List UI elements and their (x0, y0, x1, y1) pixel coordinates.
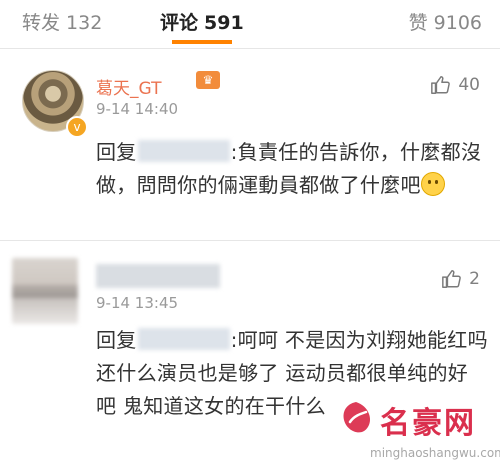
tab-likes[interactable]: 赞 9106 (409, 8, 482, 35)
watermark-logo-icon (343, 402, 371, 433)
blurred-username (96, 264, 220, 288)
comment-item: v 葛天_GT ♛ 9-14 14:40 40 回复:負責任的告訴你，什麼都沒做… (0, 56, 500, 236)
tab-likes-label: 赞 (408, 12, 428, 34)
tab-comments[interactable]: 评论 591 (160, 8, 244, 35)
blurred-mention (137, 328, 230, 350)
thumbs-up-icon (442, 270, 461, 288)
like-button[interactable]: 2 (441, 268, 480, 294)
reply-prefix: 回复 (96, 140, 137, 164)
tab-reposts[interactable]: 转发 132 (22, 8, 102, 35)
blurred-mention (137, 140, 230, 162)
like-count: 2 (469, 269, 480, 289)
tab-reposts-count: 132 (66, 12, 103, 34)
tab-reposts-label: 转发 (22, 12, 61, 34)
avatar[interactable] (12, 258, 78, 324)
reply-prefix: 回复 (96, 328, 137, 352)
comment-tabs: 转发 132 评论 591 赞 9106 (0, 0, 500, 49)
tab-comments-label: 评论 (160, 12, 199, 34)
comment-username[interactable]: 葛天_GT (96, 74, 161, 99)
watermark-url: minghaoshangwu.com (370, 446, 500, 460)
comment-timestamp: 9-14 13:45 (96, 294, 179, 312)
like-count: 40 (458, 75, 480, 95)
tab-comments-count: 591 (204, 12, 244, 34)
comment-timestamp: 9-14 14:40 (96, 100, 179, 118)
tab-likes-count: 9106 (433, 12, 482, 34)
thumbs-up-icon (431, 76, 451, 94)
watermark-title: 名豪网 (380, 406, 476, 441)
site-watermark: 名豪网 minghaoshangwu.com (330, 392, 500, 470)
smile-emoji-icon (420, 172, 445, 196)
comment-divider (0, 240, 500, 241)
verified-badge-icon: v (66, 116, 88, 138)
comment-text: 回复:負責任的告訴你，什麼都沒做，問問你的倆運動員都做了什麼吧 (96, 136, 488, 202)
member-crown-icon: ♛ (196, 71, 220, 89)
like-button[interactable]: 40 (430, 74, 480, 100)
active-tab-indicator (172, 40, 232, 44)
